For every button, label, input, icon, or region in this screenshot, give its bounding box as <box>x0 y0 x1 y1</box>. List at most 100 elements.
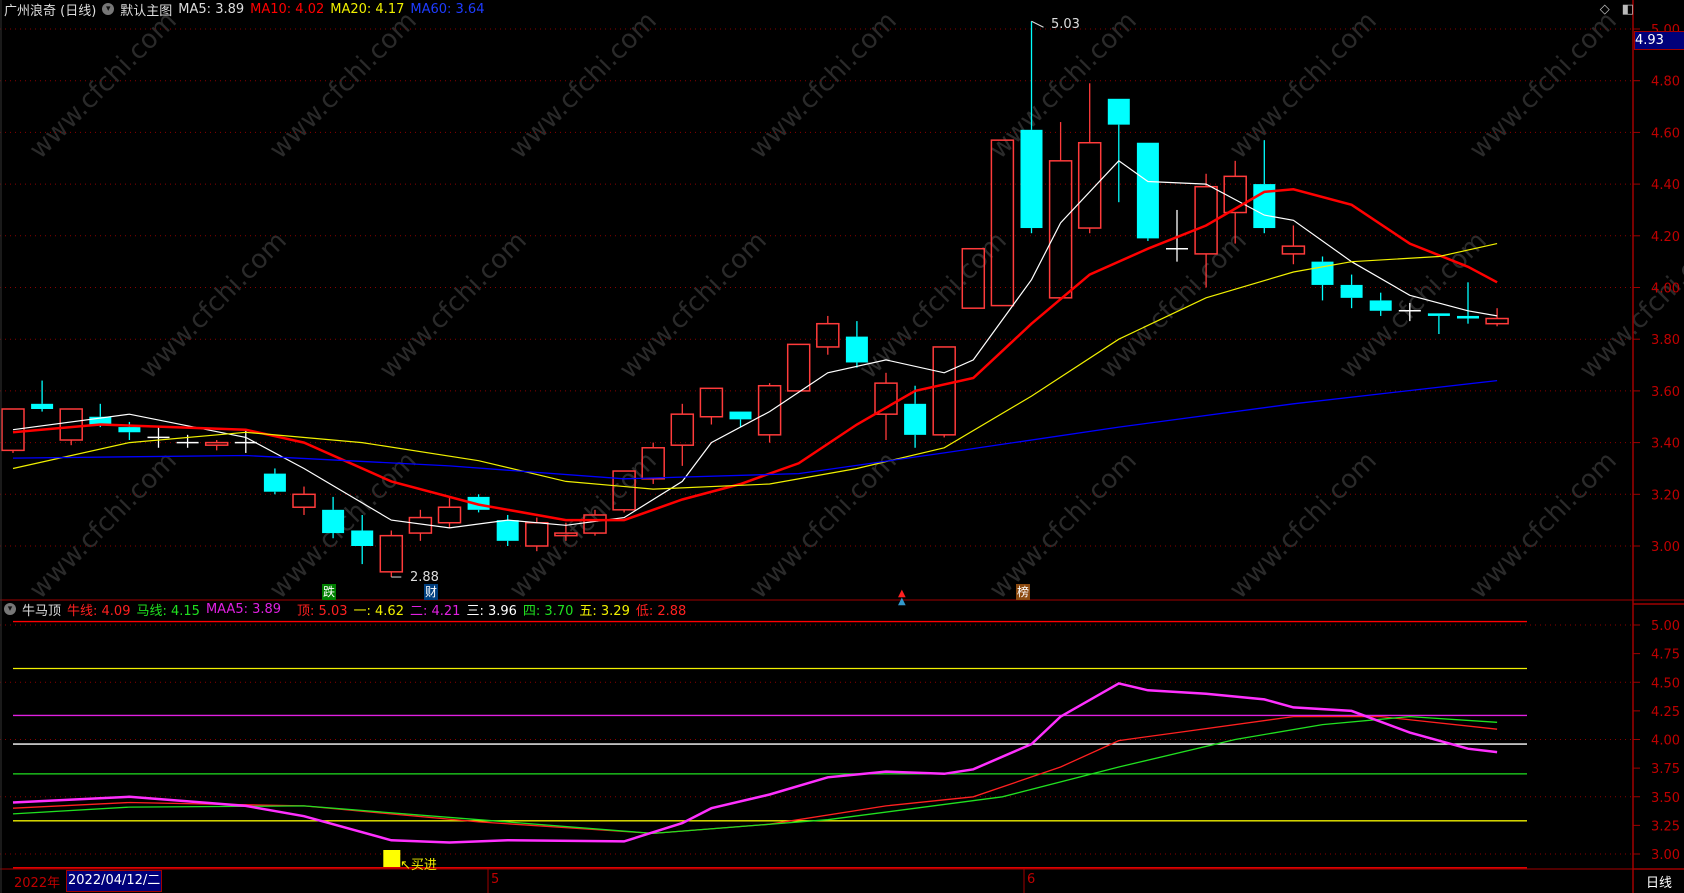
candle-down <box>496 520 519 541</box>
indicator-gridlines <box>0 624 1633 855</box>
candle-up <box>59 408 83 441</box>
y-axis-ticks: 5.00 4.80 4.60 4.40 4.20 4.00 3.80 3.60 3.40 3.20… <box>1633 23 1680 863</box>
candle-down <box>322 509 345 534</box>
indicator-header: ▾ 牛马顶 牛线: 4.09 马线: 4.15 MAA5: 3.89 顶: 5.03 一… <box>4 600 692 619</box>
chevron-down-icon[interactable]: ▾ <box>4 603 16 615</box>
year-label: 2022年 <box>14 876 61 891</box>
indicator-value: 低: 2.88 <box>635 603 687 619</box>
candle-down <box>31 403 54 409</box>
watermark-text: www.cfchi.com <box>134 226 293 385</box>
candle-down <box>1427 313 1450 316</box>
high-price-label: 5.03 <box>1051 17 1080 32</box>
candle-up <box>699 387 724 418</box>
indicator-value: 三: 3.96 <box>466 603 517 619</box>
candle-down <box>1340 284 1363 298</box>
watermark-text: www.cfchi.com <box>504 6 663 165</box>
candle-down <box>904 403 927 435</box>
indicator-value: 马线: 4.15 <box>136 603 200 619</box>
indicator-line <box>12 715 1498 835</box>
indicator-value: 五: 3.29 <box>579 603 630 619</box>
candle-down <box>1107 98 1130 125</box>
low-price-label: 2.88 <box>410 570 439 585</box>
y-tick-label: 3.25 <box>1651 819 1680 834</box>
month-label: 6 <box>1027 872 1036 887</box>
candle-down <box>351 530 374 546</box>
candle-up <box>1281 245 1306 255</box>
stock-name: 广州浪奇 (日线) <box>4 3 97 19</box>
y-tick-label: 4.75 <box>1651 648 1680 663</box>
candle-down <box>729 411 752 420</box>
diamond-icon[interactable]: ◇ <box>1600 2 1610 17</box>
up-arrow-icon: ▲ ▲ <box>898 588 906 607</box>
chart-annotations <box>383 20 1044 867</box>
chart-canvas[interactable]: www.cfchi.com www.cfchi.com www.cfchi.com w… <box>0 0 1684 893</box>
indicator-value: 牛线: 4.09 <box>67 603 131 619</box>
y-tick-label: 4.40 <box>1651 178 1680 193</box>
indicator-value: 二: 4.21 <box>409 603 461 619</box>
y-tick-label: 4.25 <box>1651 705 1680 720</box>
y-tick-label: 5.00 <box>1651 619 1680 634</box>
candle-up <box>757 384 782 436</box>
candle-down <box>1457 315 1479 319</box>
candle-up <box>932 346 956 436</box>
watermark-text: www.cfchi.com <box>1094 226 1253 385</box>
y-tick-label: 4.80 <box>1651 75 1680 90</box>
y-tick-label: 3.20 <box>1651 488 1680 503</box>
candle-up <box>379 534 404 573</box>
candle-up <box>1485 317 1509 325</box>
watermark-text: www.cfchi.com <box>264 6 423 165</box>
buy-signal-marker <box>383 850 401 867</box>
watermark-text: www.cfchi.com <box>1464 6 1623 165</box>
watermark-text: www.cfchi.com <box>614 226 773 385</box>
current-price-tag: 4.93 <box>1634 31 1684 50</box>
candle-down <box>1369 300 1392 311</box>
candle-up <box>874 382 898 415</box>
indicator-line <box>12 682 1498 844</box>
watermark-text: www.cfchi.com <box>24 6 183 165</box>
candle-up <box>437 506 462 524</box>
month-label: 5 <box>491 872 500 887</box>
window-controls: ◇ ◧ <box>1600 2 1634 17</box>
candle-up <box>1077 141 1102 229</box>
signal-bang: 榜 <box>1016 584 1031 600</box>
candle-up <box>786 343 811 392</box>
candle-up <box>670 413 695 446</box>
ma60-value: MA60: 3.64 <box>410 1 485 17</box>
main-chart-header: 广州浪奇 (日线) ▾ 默认主图 MA5: 3.89 MA10: 4.02 MA… <box>4 0 490 19</box>
indicator-levels <box>13 620 1527 869</box>
candle-up <box>292 493 316 508</box>
y-tick-label: 3.00 <box>1651 848 1680 863</box>
main-chart-selector[interactable]: 默认主图 <box>120 0 172 19</box>
candle-down <box>1020 129 1043 229</box>
indicator-value: 顶: 5.03 <box>297 603 348 619</box>
y-tick-label: 3.50 <box>1651 791 1680 806</box>
indicator-value: 四: 3.70 <box>522 603 574 619</box>
watermark-layer: www.cfchi.com www.cfchi.com www.cfchi.com w… <box>24 6 1684 605</box>
y-tick-label: 3.75 <box>1651 762 1680 777</box>
watermark-text: www.cfchi.com <box>1574 226 1684 385</box>
y-tick-label: 4.60 <box>1651 126 1680 141</box>
y-tick-label: 4.20 <box>1651 230 1680 245</box>
panel-toggle-icon[interactable]: ◧ <box>1622 2 1634 17</box>
watermark-text: www.cfchi.com <box>374 226 533 385</box>
signal-cai: 财 <box>424 584 439 600</box>
watermark-text: www.cfchi.com <box>1224 446 1383 605</box>
period-button[interactable]: 日线 <box>1646 872 1672 891</box>
indicator-value: 一: 4.62 <box>353 603 404 619</box>
candle-down <box>1136 142 1159 239</box>
chevron-down-icon[interactable]: ▾ <box>102 3 115 15</box>
buy-signal-text: 买进 <box>410 858 437 873</box>
indicator-lines <box>12 682 1498 844</box>
candle-down <box>118 427 141 433</box>
indicator-name[interactable]: 牛马顶 <box>22 600 61 619</box>
y-tick-label: 4.00 <box>1651 734 1680 749</box>
watermark-text: www.cfchi.com <box>744 6 903 165</box>
y-tick-label: 3.00 <box>1651 540 1680 555</box>
watermark-text: www.cfchi.com <box>24 446 183 605</box>
ma20-value: MA20: 4.17 <box>330 1 405 17</box>
watermark-text: www.cfchi.com <box>984 446 1143 605</box>
y-tick-label: 3.60 <box>1651 385 1680 400</box>
candle-down <box>263 473 286 492</box>
candle-up <box>990 139 1015 307</box>
ma5-value: MA5: 3.89 <box>178 1 245 17</box>
